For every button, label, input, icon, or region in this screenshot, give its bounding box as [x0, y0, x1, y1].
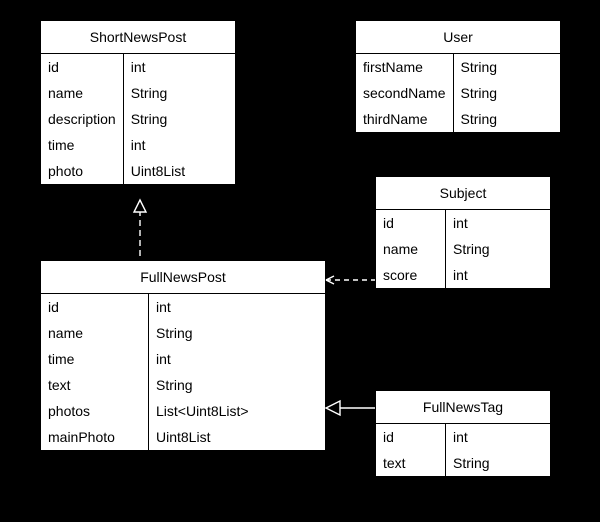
field-type: int [149, 294, 256, 320]
entity-shortnewspost: ShortNewsPost id name description time p… [40, 20, 236, 185]
field-type: int [446, 424, 497, 450]
entity-user: User firstName secondName thirdName Stri… [355, 20, 561, 133]
entity-body: id text int String [376, 424, 550, 476]
field-type: int [124, 54, 192, 80]
field-type: int [124, 132, 192, 158]
entity-title: Subject [376, 177, 550, 210]
field-name: thirdName [356, 106, 453, 132]
field-type: String [454, 80, 505, 106]
field-type: int [446, 210, 497, 236]
field-name: text [376, 450, 445, 476]
connector-short-to-full [134, 200, 146, 260]
field-type: Uint8List [149, 424, 256, 450]
field-name: name [41, 80, 123, 106]
field-name: text [41, 372, 148, 398]
field-type: String [124, 106, 192, 132]
field-name: firstName [356, 54, 453, 80]
entity-title: FullNewsTag [376, 391, 550, 424]
connector-full-to-tag [326, 401, 375, 415]
entity-body: id name time text photos mainPhoto int S… [41, 294, 325, 450]
field-type: Uint8List [124, 158, 192, 184]
field-name: id [41, 54, 123, 80]
entity-body: firstName secondName thirdName String St… [356, 54, 560, 132]
entity-title: User [356, 21, 560, 54]
field-name: photos [41, 398, 148, 424]
field-type: String [446, 236, 497, 262]
field-name: secondName [356, 80, 453, 106]
entity-body: id name score int String int [376, 210, 550, 288]
entity-fullnewspost: FullNewsPost id name time text photos ma… [40, 260, 326, 451]
field-name: id [376, 210, 445, 236]
entity-subject: Subject id name score int String int [375, 176, 551, 289]
field-name: score [376, 262, 445, 288]
entity-fullnewstag: FullNewsTag id text int String [375, 390, 551, 477]
connector-full-to-subject [326, 276, 375, 284]
field-type: String [446, 450, 497, 476]
field-name: id [41, 294, 148, 320]
field-type: String [454, 54, 505, 80]
field-name: id [376, 424, 445, 450]
field-name: photo [41, 158, 123, 184]
field-type: String [454, 106, 505, 132]
field-name: description [41, 106, 123, 132]
field-type: String [149, 320, 256, 346]
field-name: time [41, 132, 123, 158]
field-type: int [446, 262, 497, 288]
entity-title: ShortNewsPost [41, 21, 235, 54]
field-name: name [376, 236, 445, 262]
field-type: List<Uint8List> [149, 398, 256, 424]
field-type: String [124, 80, 192, 106]
entity-title: FullNewsPost [41, 261, 325, 294]
entity-body: id name description time photo int Strin… [41, 54, 235, 184]
field-type: String [149, 372, 256, 398]
field-name: mainPhoto [41, 424, 148, 450]
field-name: name [41, 320, 148, 346]
field-type: int [149, 346, 256, 372]
field-name: time [41, 346, 148, 372]
